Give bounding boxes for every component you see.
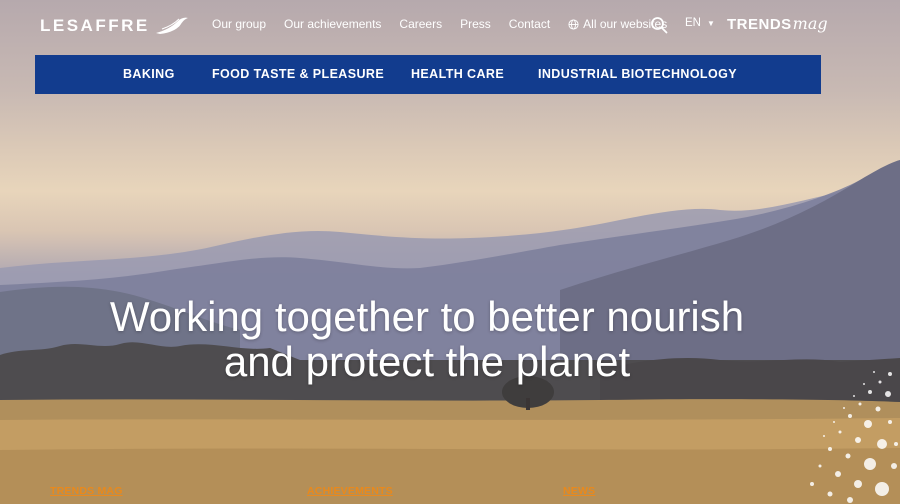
top-bar: LESAFFRE Our group Our achievements Care… bbox=[0, 0, 900, 52]
trends-text: TRENDS bbox=[727, 16, 792, 33]
teaser-trends-mag[interactable]: TRENDS MAG bbox=[50, 485, 123, 497]
language-selector[interactable]: EN ▼ bbox=[685, 17, 715, 29]
hero-line-1: Working together to better nourish bbox=[109, 293, 745, 340]
bird-icon bbox=[155, 17, 188, 34]
hero-headline: Working together to better nourish and p… bbox=[0, 294, 854, 384]
mag-text: mag bbox=[792, 14, 828, 33]
link-contact[interactable]: Contact bbox=[509, 17, 550, 31]
caret-down-icon: ▼ bbox=[706, 18, 715, 28]
language-label: EN bbox=[685, 17, 701, 29]
search-icon[interactable] bbox=[650, 16, 668, 34]
teaser-news[interactable]: NEWS bbox=[563, 485, 595, 497]
hero-line-2: and protect the planet bbox=[223, 338, 631, 385]
nav-baking[interactable]: BAKING bbox=[123, 67, 175, 81]
nav-health-care[interactable]: HEALTH CARE bbox=[411, 67, 504, 81]
lesaffre-logo[interactable]: LESAFFRE bbox=[40, 12, 190, 40]
nav-industrial-biotechnology[interactable]: INDUSTRIAL BIOTECHNOLOGY bbox=[538, 67, 737, 81]
trends-mag-logo[interactable]: TRENDS mag bbox=[727, 14, 828, 33]
main-navigation: BAKING FOOD TASTE & PLEASURE HEALTH CARE… bbox=[35, 55, 821, 94]
logo-text: LESAFFRE bbox=[40, 16, 150, 35]
nav-food-taste-pleasure[interactable]: FOOD TASTE & PLEASURE bbox=[212, 67, 384, 81]
teaser-achievements[interactable]: ACHIEVEMENTS bbox=[307, 485, 393, 497]
link-careers[interactable]: Careers bbox=[399, 17, 442, 31]
top-links: Our group Our achievements Careers Press… bbox=[212, 17, 685, 31]
globe-icon bbox=[568, 18, 579, 30]
link-press[interactable]: Press bbox=[460, 17, 491, 31]
link-our-achievements[interactable]: Our achievements bbox=[284, 17, 381, 31]
link-our-group[interactable]: Our group bbox=[212, 17, 266, 31]
